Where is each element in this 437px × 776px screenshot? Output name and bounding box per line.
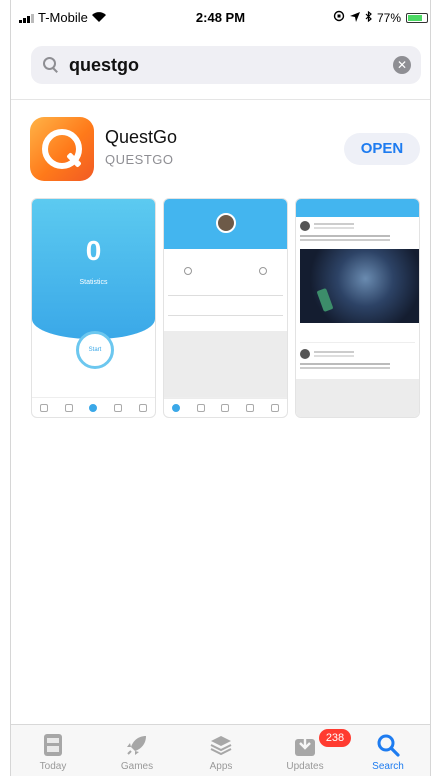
tab-search-label: Search	[372, 761, 404, 772]
battery-percent: 77%	[376, 10, 401, 25]
app-screenshots[interactable]: 0 Statistics Start	[11, 198, 430, 420]
screenshot-feed[interactable]	[295, 198, 420, 418]
app-name[interactable]: QuestGo	[105, 127, 177, 148]
status-right: 77%	[333, 10, 428, 25]
search-input[interactable]	[69, 54, 369, 76]
tab-apps[interactable]: Apps	[181, 731, 261, 772]
tab-games-label: Games	[120, 761, 154, 772]
feed-post	[300, 349, 415, 375]
search-icon	[348, 731, 428, 759]
open-button[interactable]: OPEN	[344, 133, 420, 165]
feed-header	[296, 199, 419, 217]
clear-search-icon[interactable]: ✕	[393, 56, 411, 74]
updates-badge: 238	[319, 729, 351, 747]
avatar	[216, 213, 236, 233]
bluetooth-icon	[365, 10, 372, 25]
stats-value: 0	[85, 235, 102, 266]
screenshot-profile[interactable]	[163, 198, 288, 418]
profile-row	[168, 295, 283, 305]
rocket-icon	[97, 731, 177, 759]
today-icon	[13, 731, 93, 759]
tab-updates-label: Updates	[286, 761, 324, 772]
stats-header	[32, 199, 155, 339]
location-icon	[349, 11, 360, 25]
tab-search[interactable]: Search	[348, 731, 428, 772]
tab-bar: Today Games Apps 238 Updates Search	[11, 724, 430, 776]
status-bar: T-Mobile 2:48 PM 77%	[11, 0, 430, 36]
stack-icon	[181, 731, 261, 759]
profile-empty-area	[164, 331, 287, 399]
search-field[interactable]: ✕	[31, 46, 421, 84]
mini-tabbar	[32, 397, 155, 417]
stats-label: Statistics	[79, 279, 108, 286]
orientation-lock-icon	[333, 10, 345, 25]
mini-tabbar	[164, 397, 287, 417]
tab-today[interactable]: Today	[13, 731, 93, 772]
battery-icon	[406, 12, 428, 23]
app-developer: QUESTGO	[105, 152, 174, 167]
feed-photo	[300, 249, 419, 323]
profile-row	[168, 315, 283, 325]
tab-updates[interactable]: 238 Updates	[265, 729, 351, 772]
tab-today-label: Today	[39, 761, 67, 772]
questgo-q-icon[interactable]	[30, 117, 94, 181]
feed-empty-area	[296, 379, 419, 417]
profile-icons	[184, 267, 267, 275]
search-header: ✕	[11, 36, 430, 100]
device-frame-right	[430, 0, 431, 776]
tab-games[interactable]: Games	[97, 731, 177, 772]
start-circle: Start	[76, 331, 114, 369]
feed-post-meta	[300, 327, 415, 343]
app-result-row[interactable]: QuestGo QUESTGO OPEN	[11, 100, 430, 200]
search-icon	[43, 57, 59, 73]
feed-post	[300, 221, 415, 245]
tab-apps-label: Apps	[209, 761, 233, 772]
screenshot-statistics[interactable]: 0 Statistics Start	[31, 198, 156, 418]
